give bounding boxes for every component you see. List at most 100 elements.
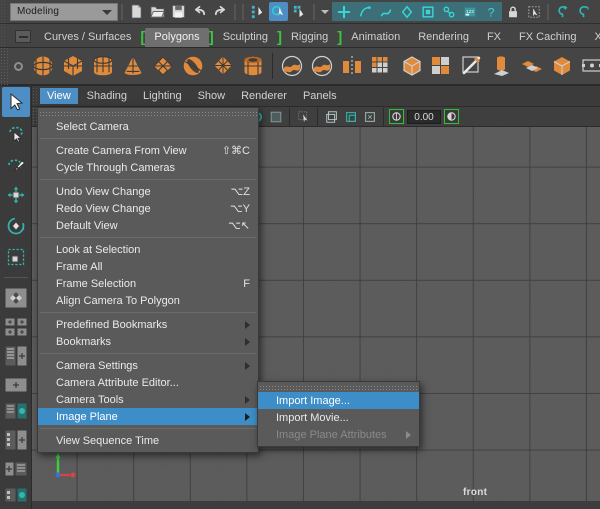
poly-smooth-icon[interactable] bbox=[397, 49, 427, 83]
view-menu-item-undo-view-change[interactable]: Undo View Change⌥Z bbox=[38, 183, 258, 200]
image-plane-item-import-image[interactable]: Import Image... bbox=[258, 392, 419, 409]
poly-bevel-icon[interactable] bbox=[487, 49, 517, 83]
flat-shade-icon[interactable] bbox=[267, 108, 284, 125]
textured-icon[interactable] bbox=[323, 108, 340, 125]
view-menu-item-frame-selection[interactable]: Frame SelectionF bbox=[38, 275, 258, 292]
snap-to-grid-icon[interactable] bbox=[553, 2, 572, 21]
help-mask-icon[interactable]: ? bbox=[481, 2, 500, 21]
view-menu-item-look-at-selection[interactable]: Look at Selection bbox=[38, 241, 258, 258]
mask-expand-arrow-icon[interactable] bbox=[321, 10, 329, 14]
poly-plane-icon[interactable] bbox=[148, 49, 178, 83]
scale-tool[interactable] bbox=[2, 242, 30, 272]
view-menu-item-frame-all[interactable]: Frame All bbox=[38, 258, 258, 275]
snap-to-curve-icon[interactable] bbox=[574, 2, 593, 21]
four-view-layout[interactable] bbox=[3, 315, 29, 339]
paint-select-tool[interactable] bbox=[2, 149, 30, 179]
save-scene-icon[interactable] bbox=[169, 2, 188, 21]
select-by-hierarchy-icon[interactable] bbox=[248, 2, 267, 21]
poly-boolean-union-icon[interactable] bbox=[277, 49, 307, 83]
highlight-selection-icon[interactable] bbox=[524, 2, 543, 21]
poly-target-weld-icon[interactable] bbox=[577, 49, 600, 83]
view-menu-item-select-camera[interactable]: Select Camera bbox=[38, 118, 258, 135]
view-menu-item-image-plane[interactable]: Image Plane bbox=[38, 408, 258, 425]
rotate-tool[interactable] bbox=[2, 211, 30, 241]
gamma-toggle-icon[interactable] bbox=[444, 109, 459, 124]
outliner-persp-layout[interactable] bbox=[3, 341, 29, 371]
shelf-tab-animation[interactable]: Animation bbox=[342, 28, 409, 47]
hypershade-layout[interactable] bbox=[3, 483, 29, 507]
panel-menu-grip[interactable] bbox=[32, 87, 39, 106]
panel-menu-panels[interactable]: Panels bbox=[296, 88, 344, 104]
shelf-tab-grip[interactable] bbox=[0, 23, 7, 47]
shelf-options-gear-icon[interactable] bbox=[8, 47, 28, 85]
misc-mask-icon[interactable]: 123 bbox=[460, 2, 479, 21]
lock-selection-icon[interactable] bbox=[503, 2, 522, 21]
snap-to-point-icon[interactable] bbox=[595, 2, 600, 21]
poly-cone-icon[interactable] bbox=[118, 49, 148, 83]
view-menu-item-view-sequence-time[interactable]: View Sequence Time bbox=[38, 432, 258, 449]
menu-set-dropdown[interactable]: Modeling bbox=[10, 3, 118, 21]
view-menu-item-cycle-through-cameras[interactable]: Cycle Through Cameras bbox=[38, 159, 258, 176]
select-tool[interactable] bbox=[2, 87, 30, 117]
select-by-object-type-icon[interactable] bbox=[269, 2, 288, 21]
panel-menu-lighting[interactable]: Lighting bbox=[136, 88, 189, 104]
view-menu-item-align-camera-to-polygon[interactable]: Align Camera To Polygon bbox=[38, 292, 258, 309]
view-menu-item-camera-tools[interactable]: Camera Tools bbox=[38, 391, 258, 408]
undo-icon[interactable] bbox=[190, 2, 209, 21]
poly-cube-icon[interactable] bbox=[58, 49, 88, 83]
persp-graph-layout[interactable] bbox=[3, 373, 29, 397]
shelf-tab-fx[interactable]: FX bbox=[478, 28, 510, 47]
poly-boolean-difference-icon[interactable] bbox=[307, 49, 337, 83]
screen-space-ao-icon[interactable] bbox=[389, 109, 404, 124]
shelf-tab-menu-icon[interactable] bbox=[15, 30, 31, 43]
shadows-icon[interactable] bbox=[361, 108, 378, 125]
wireframe-on-shaded-icon[interactable] bbox=[295, 108, 312, 125]
open-scene-icon[interactable] bbox=[148, 2, 167, 21]
panel-menu-show[interactable]: Show bbox=[191, 88, 233, 104]
shelf-tab-rendering[interactable]: Rendering bbox=[409, 28, 478, 47]
poly-pipe-icon[interactable] bbox=[238, 49, 268, 83]
poly-sphere-icon[interactable] bbox=[28, 49, 58, 83]
shelf-tab-curves-surfaces[interactable]: Curves / Surfaces bbox=[35, 28, 140, 47]
poly-multicut-icon[interactable] bbox=[427, 49, 457, 83]
curve-mask-icon[interactable] bbox=[355, 2, 374, 21]
redo-icon[interactable] bbox=[211, 2, 230, 21]
poly-cylinder-icon[interactable] bbox=[88, 49, 118, 83]
shelf-tab-sculpting[interactable]: Sculpting bbox=[214, 28, 277, 47]
new-scene-icon[interactable] bbox=[127, 2, 146, 21]
view-menu-item-predefined-bookmarks[interactable]: Predefined Bookmarks bbox=[38, 316, 258, 333]
view-menu-item-camera-attribute-editor[interactable]: Camera Attribute Editor... bbox=[38, 374, 258, 391]
view-menu-item-camera-settings[interactable]: Camera Settings bbox=[38, 357, 258, 374]
rendering-mask-icon[interactable] bbox=[439, 2, 458, 21]
panel-menu-shading[interactable]: Shading bbox=[80, 88, 134, 104]
hypershade-persp-layout[interactable] bbox=[3, 399, 29, 423]
lasso-select-tool[interactable] bbox=[2, 118, 30, 148]
shelf-tab-rigging[interactable]: Rigging bbox=[282, 28, 337, 47]
status-line-grip[interactable] bbox=[0, 0, 7, 23]
poly-extrude-icon[interactable] bbox=[457, 49, 487, 83]
select-by-component-type-icon[interactable] bbox=[290, 2, 309, 21]
exposure-value-field[interactable]: 0.00 bbox=[407, 110, 441, 124]
persp-graph-hyper-layout[interactable] bbox=[3, 425, 29, 455]
image-plane-item-import-movie[interactable]: Import Movie... bbox=[258, 409, 419, 426]
single-perspective-layout[interactable] bbox=[3, 283, 29, 313]
view-menu-item-create-camera-from-view[interactable]: Create Camera From View⇧⌘C bbox=[38, 142, 258, 159]
poly-combine-icon[interactable] bbox=[367, 49, 397, 83]
move-tool[interactable] bbox=[2, 180, 30, 210]
handle-mask-icon[interactable] bbox=[334, 2, 353, 21]
view-menu-item-default-view[interactable]: Default View⌥↖ bbox=[38, 217, 258, 234]
dynamic-mask-icon[interactable] bbox=[418, 2, 437, 21]
shelf-tab-fx-caching[interactable]: FX Caching bbox=[510, 28, 585, 47]
poly-pyramid-icon[interactable] bbox=[208, 49, 238, 83]
view-menu-item-redo-view-change[interactable]: Redo View Change⌥Y bbox=[38, 200, 258, 217]
poly-merge-icon[interactable] bbox=[547, 49, 577, 83]
deformation-mask-icon[interactable] bbox=[397, 2, 416, 21]
view-menu-item-bookmarks[interactable]: Bookmarks bbox=[38, 333, 258, 350]
poly-torus-icon[interactable] bbox=[178, 49, 208, 83]
submenu-tearoff-handle[interactable] bbox=[259, 385, 418, 390]
surface-mask-icon[interactable] bbox=[376, 2, 395, 21]
poly-bridge-icon[interactable] bbox=[517, 49, 547, 83]
poly-mirror-icon[interactable] bbox=[337, 49, 367, 83]
shelf-tab-polygons[interactable]: Polygons bbox=[145, 28, 208, 47]
menu-tearoff-handle[interactable] bbox=[39, 111, 257, 116]
